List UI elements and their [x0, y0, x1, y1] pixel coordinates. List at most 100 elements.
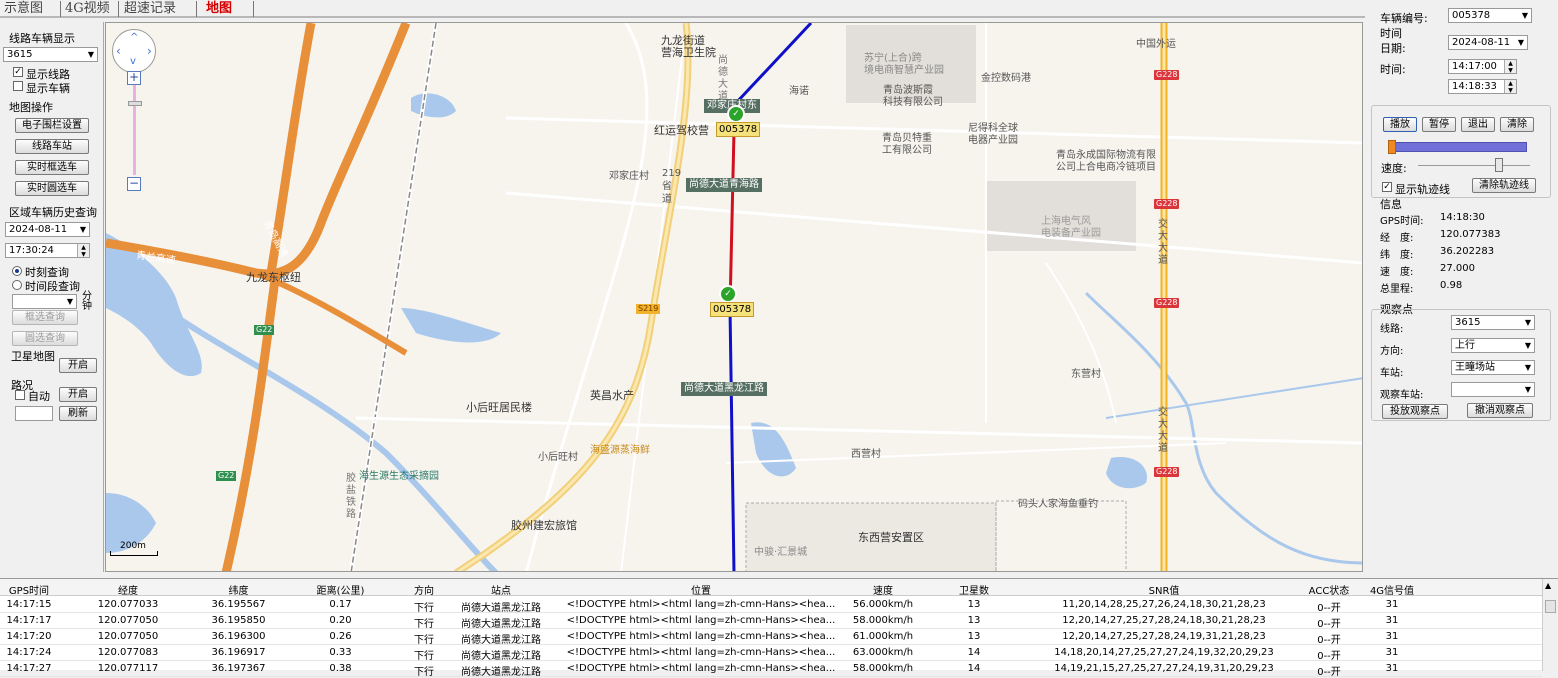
table-vertical-scrollbar[interactable]: ▲	[1542, 579, 1558, 671]
refresh-interval-field[interactable]	[15, 406, 53, 421]
column-header[interactable]: 经度	[58, 582, 198, 597]
column-header[interactable]: GPS时间	[0, 582, 58, 597]
zoom-in-button[interactable]: +	[127, 71, 141, 85]
playback-progress-handle[interactable]	[1388, 140, 1396, 154]
circle-select-button[interactable]: 实时圆选车	[15, 181, 89, 196]
g228-shield: G228	[1154, 298, 1180, 308]
speed-slider-handle[interactable]	[1495, 158, 1503, 172]
tab-map[interactable]: 地图	[206, 0, 232, 17]
table-cell: 120.077117	[97, 663, 159, 674]
table-row[interactable]: 14:17:20 120.077050 36.196300 0.26 下行 尚德大道黑龙江…	[0, 629, 1542, 646]
circle-query-button[interactable]: 圆选查询	[12, 331, 78, 346]
column-header[interactable]: 方向	[402, 582, 446, 597]
playback-progress-bar[interactable]	[1389, 142, 1527, 152]
cancel-observe-button[interactable]: 撤消观察点	[1467, 403, 1533, 418]
gps-time-label: GPS时间:	[1380, 216, 1424, 227]
vehicle-no-select[interactable]: 005378 ▼	[1448, 8, 1532, 23]
vehicle-label[interactable]: 005378	[716, 122, 761, 137]
map-poi-label: 苏宁(上合)跨 境电商智慧产业园	[864, 53, 944, 76]
pan-down-icon[interactable]: v	[130, 56, 136, 67]
zoom-out-button[interactable]: −	[127, 177, 141, 191]
exit-button[interactable]: 退出	[1461, 117, 1495, 132]
satellite-open-button[interactable]: 开启	[59, 358, 97, 373]
column-header[interactable]: ACC状态	[1300, 582, 1358, 597]
moment-query-radio[interactable]	[12, 266, 22, 276]
time-spinner-icon[interactable]: ▲ ▼	[1504, 80, 1516, 93]
station-select[interactable]: 王疃场站 ▼	[1451, 360, 1535, 375]
minute-select[interactable]: ▼	[12, 294, 77, 309]
show-vehicle-checkbox[interactable]	[13, 81, 23, 91]
table-row[interactable]: 14:17:17 120.077050 36.195850 0.20 下行 尚德大道黑龙江…	[0, 613, 1542, 630]
table-cell: 120.077050	[97, 631, 159, 642]
refresh-button[interactable]: 刷新	[59, 406, 97, 421]
column-header[interactable]: 速度	[846, 582, 920, 597]
table-row[interactable]: 14:17:24 120.077083 36.196917 0.33 下行 尚德大道黑龙江…	[0, 645, 1542, 662]
traffic-auto-checkbox[interactable]	[15, 390, 25, 400]
table-cell: 14,19,21,15,27,25,27,27,24,19,31,20,29,2…	[1054, 663, 1274, 674]
column-header[interactable]: 纬度	[198, 582, 279, 597]
table-cell: 58.000km/h	[852, 663, 914, 674]
column-header[interactable]: 卫星数	[920, 582, 1028, 597]
map-pan-control[interactable]: ^ ‹ › v	[112, 29, 156, 73]
zoom-slider-handle[interactable]	[128, 101, 142, 106]
column-header[interactable]: 距离(公里)	[279, 582, 402, 597]
show-track-checkbox[interactable]: ✓	[1382, 182, 1392, 192]
column-header[interactable]: 4G信号值	[1358, 582, 1426, 597]
line-select[interactable]: 3615 ▼	[1451, 315, 1535, 330]
s219-shield: S219	[636, 304, 661, 314]
scroll-up-icon[interactable]: ▲	[1545, 581, 1551, 590]
tab-4g-video[interactable]: 4G视频	[65, 0, 110, 17]
g228-shield: G228	[1154, 467, 1180, 477]
speed-info-label: 速 度:	[1380, 267, 1414, 278]
clear-button[interactable]: 清除	[1500, 117, 1534, 132]
period-query-radio[interactable]	[12, 280, 22, 290]
scrollbar-thumb[interactable]	[1545, 600, 1556, 613]
station-label[interactable]: 尚德大道青海路	[686, 178, 762, 192]
box-query-button[interactable]: 框选查询	[12, 310, 78, 325]
route-station-button[interactable]: 线路车站	[15, 139, 89, 154]
chevron-down-icon: ▼	[79, 225, 86, 234]
route-select[interactable]: 3615 ▼	[3, 47, 98, 62]
speed-slider-track[interactable]	[1418, 165, 1530, 166]
longitude-value: 120.077383	[1440, 229, 1501, 240]
vehicle-marker-icon[interactable]: ✓	[719, 285, 737, 303]
history-time-field[interactable]: 17:30:24 ▲ ▼	[5, 243, 90, 258]
direction-select[interactable]: 上行 ▼	[1451, 338, 1535, 353]
tab-speeding-records[interactable]: 超速记录	[124, 0, 176, 17]
pan-right-icon[interactable]: ›	[147, 44, 152, 58]
column-header[interactable]: 站点	[446, 582, 556, 597]
zoom-slider-track[interactable]	[133, 85, 136, 175]
table-row[interactable]: 14:17:15 120.077033 36.195567 0.17 下行 尚德大道黑龙江…	[0, 597, 1542, 614]
map-canvas[interactable]: ^ ‹ › v + − 邓家庄村东 ✓ 005378 尚德大道青海路 ✓ 005…	[105, 22, 1363, 572]
show-route-checkbox[interactable]: ✓	[13, 67, 23, 77]
time-spinner-icon[interactable]: ▲ ▼	[1504, 60, 1516, 73]
history-date-select[interactable]: 2024-08-11 ▼	[5, 222, 90, 237]
table-cell: 下行	[414, 603, 434, 614]
time-end-field[interactable]: 14:18:33 ▲ ▼	[1448, 79, 1517, 94]
map-poi-label: 九龙街道 营海卫生院	[661, 34, 716, 59]
box-select-button[interactable]: 实时框选车	[15, 160, 89, 175]
station-label[interactable]: 尚德大道黑龙江路	[681, 382, 767, 396]
table-row[interactable]: 14:17:27 120.077117 36.197367 0.38 下行 尚德大道黑龙江…	[0, 661, 1542, 678]
g22-shield: G22	[254, 325, 275, 335]
pan-up-icon[interactable]: ^	[130, 32, 138, 43]
observe-station-select[interactable]: ▼	[1451, 382, 1535, 397]
date-select[interactable]: 2024-08-11 ▼	[1448, 35, 1528, 50]
vehicle-label[interactable]: 005378	[710, 302, 755, 317]
play-button[interactable]: 播放	[1383, 117, 1417, 132]
column-header[interactable]: 位置	[556, 582, 846, 597]
time-start-field[interactable]: 14:17:00 ▲ ▼	[1448, 59, 1517, 74]
pan-left-icon[interactable]: ‹	[116, 44, 121, 58]
satellite-map-title: 卫星地图	[11, 350, 55, 363]
map-poi-label: 青岛贝特重 工有限公司	[882, 133, 932, 156]
vehicle-marker-icon[interactable]: ✓	[727, 105, 745, 123]
fence-settings-button[interactable]: 电子围栏设置	[15, 118, 89, 133]
time-spinner-icon[interactable]: ▲ ▼	[77, 244, 89, 257]
pause-button[interactable]: 暂停	[1422, 117, 1456, 132]
clear-track-button[interactable]: 清除轨迹线	[1472, 178, 1536, 193]
traffic-open-button[interactable]: 开启	[59, 387, 97, 402]
map-poi-label: 海盛源蒸海鲜	[590, 445, 650, 456]
place-observe-button[interactable]: 投放观察点	[1382, 404, 1448, 419]
tab-schematic[interactable]: 示意图	[4, 0, 43, 17]
column-header[interactable]: SNR值	[1028, 582, 1300, 597]
